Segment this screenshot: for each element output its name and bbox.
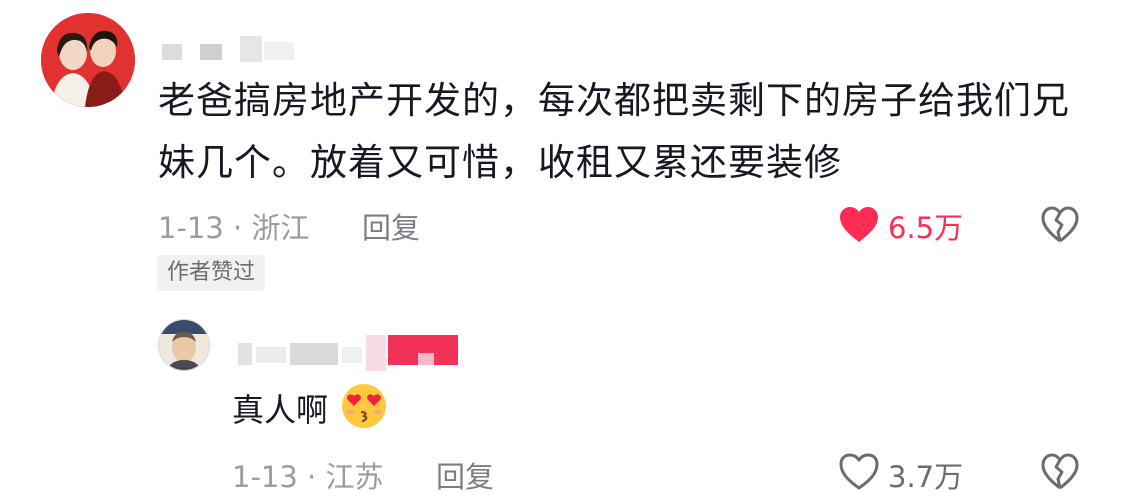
reply-button[interactable]: 回复 <box>436 454 494 496</box>
broken-heart-icon[interactable] <box>1040 205 1080 245</box>
username-blurred[interactable] <box>238 335 463 375</box>
broken-heart-icon[interactable] <box>1040 452 1080 492</box>
comment-date-location: 1-13 · 浙江 <box>158 211 310 245</box>
avatar[interactable] <box>158 319 210 371</box>
heart-outline-icon[interactable] <box>838 452 880 492</box>
reply-text: 真人啊 <box>232 391 329 429</box>
username-blurred[interactable] <box>160 36 300 62</box>
like-count: 6.5万 <box>888 211 964 245</box>
reply-comment-text: 真人啊 <box>232 382 390 436</box>
author-liked-badge: 作者赞过 <box>157 255 266 291</box>
reply-button[interactable]: 回复 <box>362 205 420 247</box>
reply-date-location: 1-13 · 江苏 <box>232 460 384 494</box>
heart-filled-icon[interactable] <box>838 205 880 245</box>
like-count: 3.7万 <box>888 460 964 494</box>
avatar[interactable] <box>41 13 135 107</box>
comment-text: 老爸搞房地产开发的，每次都把卖剩下的房子给我们兄妹几个。放着又可惜，收租又累还要… <box>158 79 1070 184</box>
kissing-heart-eyes-emoji-icon <box>338 382 390 430</box>
